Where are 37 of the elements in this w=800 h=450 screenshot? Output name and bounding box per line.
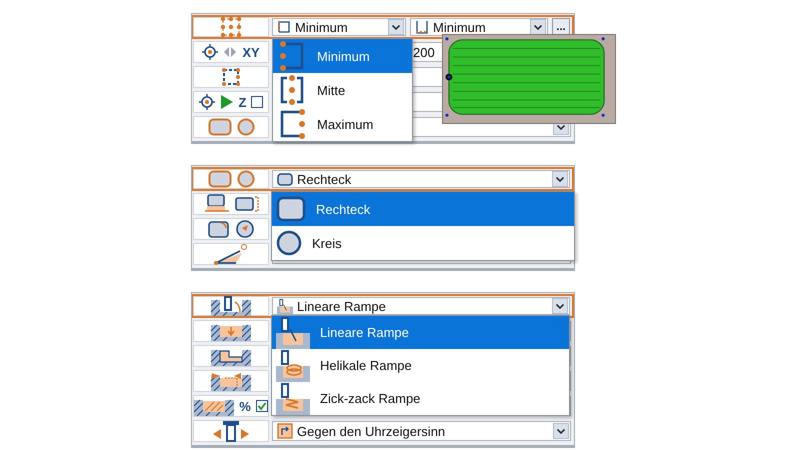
axis-label: Z	[238, 94, 246, 110]
play-icon	[220, 94, 234, 110]
dropdown-option[interactable]: Rechteck	[272, 192, 574, 226]
checkbox[interactable]	[251, 96, 264, 108]
dropdown-option[interactable]: Helikale Rampe	[272, 349, 569, 382]
crosshair-icon	[198, 94, 215, 110]
chevron-icon[interactable]	[530, 19, 546, 35]
dropdown-option[interactable]: Minimum	[273, 39, 412, 73]
axis-label: XY	[242, 44, 260, 60]
dropdown-field[interactable]: Lineare Rampe	[272, 297, 570, 315]
dropdown-field[interactable]: Minimum	[272, 18, 406, 36]
arrows-icon	[223, 45, 238, 59]
dashed-square-icon	[221, 67, 241, 87]
chevron-icon[interactable]	[552, 171, 568, 187]
dropdown-option[interactable]: Mitte	[273, 73, 412, 107]
dropdown-option[interactable]: Zick-zack Rampe	[272, 382, 569, 415]
dropdown-option[interactable]: Lineare Rampe	[272, 316, 569, 349]
circle-icon	[276, 230, 302, 256]
chevron-icon[interactable]	[388, 19, 404, 35]
rounded-rectangle-icon	[277, 172, 293, 186]
chevron-icon[interactable]	[553, 423, 569, 439]
dropdown-field[interactable]: Gegen den Uhrzeigersinn	[272, 421, 571, 441]
rotation-icon	[277, 423, 293, 439]
bracket-icon	[415, 20, 429, 34]
crosshair-icon	[202, 44, 218, 60]
dropdown-field[interactable]: Minimum	[410, 18, 548, 36]
dropdown-field[interactable]: Rechteck	[272, 170, 570, 188]
bracket-icon	[277, 20, 291, 34]
dropdown-option[interactable]: Maximum	[273, 107, 412, 141]
pocket-icon	[211, 371, 251, 391]
angle-icon	[214, 243, 248, 265]
rounded-rectangle-icon	[276, 196, 306, 222]
checkbox[interactable]	[256, 400, 268, 412]
chevron-icon[interactable]	[552, 298, 568, 314]
dropdown-option[interactable]: Kreis	[272, 226, 574, 260]
ramp-icon	[276, 350, 310, 382]
axis-label: %	[239, 398, 251, 414]
